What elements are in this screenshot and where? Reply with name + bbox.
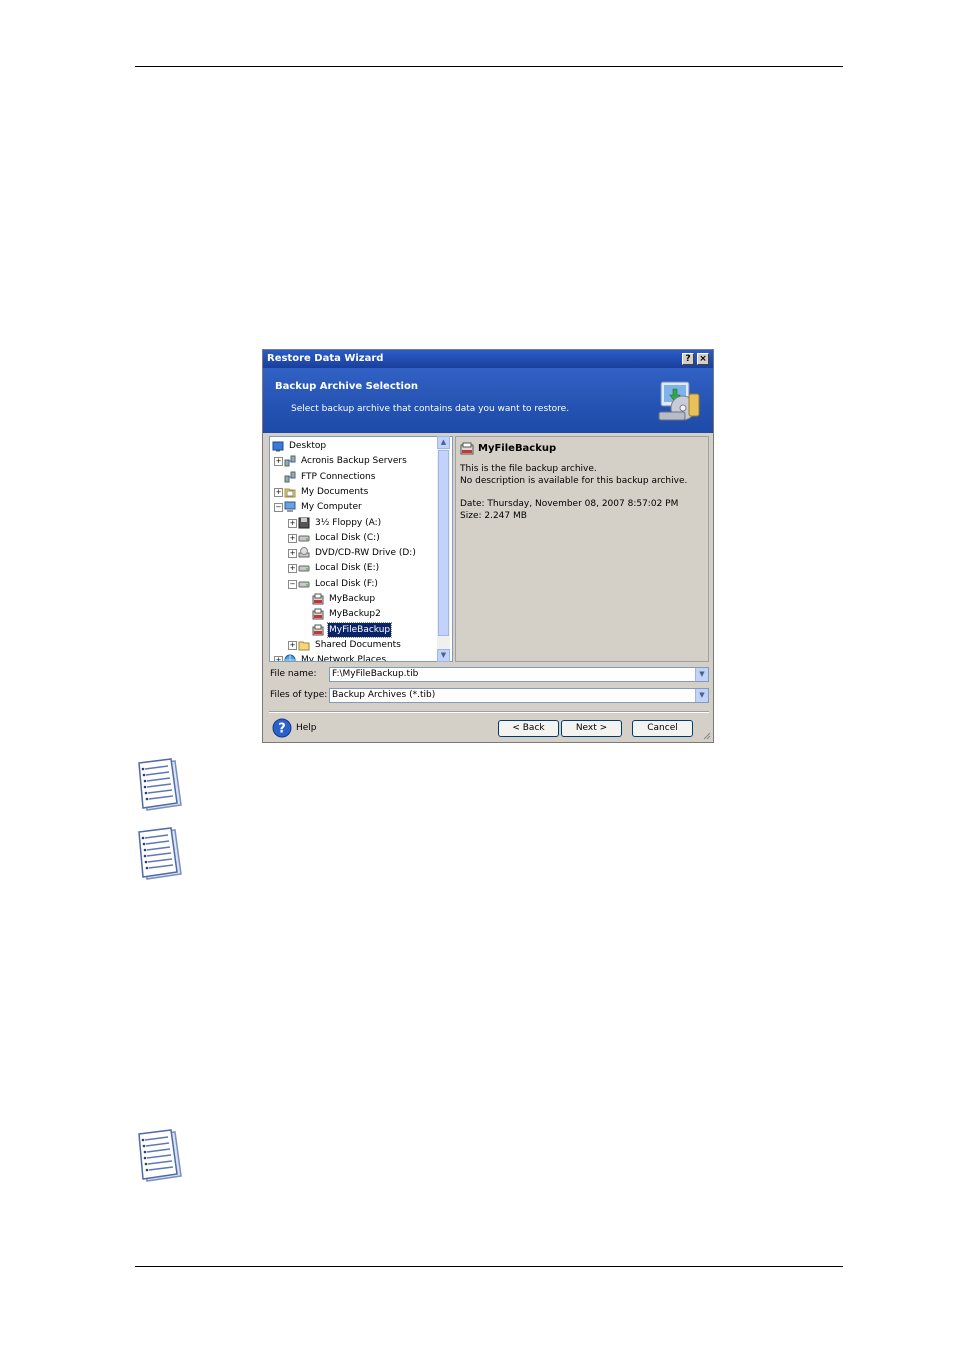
- back-button[interactable]: < Back: [498, 720, 559, 737]
- restore-wizard-window: Restore Data Wizard ? × Backup Archive S…: [262, 349, 714, 743]
- file-name-dropdown-icon[interactable]: ▼: [695, 668, 708, 681]
- folder-icon: [298, 641, 310, 651]
- tree-item-label[interactable]: Shared Documents: [314, 638, 402, 652]
- disk-icon: [298, 565, 310, 572]
- tree-item[interactable]: + DVD/CD-RW Drive (D:): [270, 546, 440, 560]
- expand-icon[interactable]: +: [274, 656, 283, 661]
- tree-item[interactable]: + Acronis Backup Servers: [270, 454, 440, 468]
- expand-icon[interactable]: +: [274, 457, 283, 467]
- archive-icon: [460, 442, 474, 455]
- tree-item[interactable]: + Shared Documents: [270, 638, 440, 652]
- tree-item[interactable]: MyFileBackup: [270, 621, 440, 638]
- top-rule: [135, 66, 843, 67]
- network-servers-icon: [284, 471, 296, 483]
- file-type-dropdown-icon[interactable]: ▼: [695, 689, 708, 702]
- archive-date-text: Date: Thursday, November 08, 2007 8:57:0…: [460, 499, 679, 509]
- tree-item-label[interactable]: Acronis Backup Servers: [300, 454, 408, 468]
- folder-docs-icon: [284, 488, 296, 498]
- archive-name: MyFileBackup: [478, 443, 557, 454]
- archive-size-text: Size: 2.247 MB: [460, 511, 527, 521]
- restore-wizard-icon: [658, 381, 700, 421]
- dvd-icon: [298, 547, 310, 558]
- tree-item-label[interactable]: My Documents: [300, 485, 369, 499]
- scroll-down-button[interactable]: ▼: [437, 649, 450, 662]
- title-bar: Restore Data Wizard ? ×: [263, 350, 713, 368]
- file-name-combo[interactable]: F:\MyFileBackup.tib ▼: [329, 667, 709, 682]
- tree-item[interactable]: MyBackup2: [270, 607, 440, 621]
- header-title: Backup Archive Selection: [275, 381, 418, 392]
- network-servers-icon: [284, 455, 296, 467]
- tree-item[interactable]: + My Network Places: [270, 653, 440, 661]
- archive-icon: [312, 608, 324, 620]
- help-title-button[interactable]: ?: [682, 353, 694, 365]
- file-name-value[interactable]: F:\MyFileBackup.tib: [332, 669, 418, 679]
- close-button[interactable]: ×: [697, 353, 709, 365]
- expand-icon[interactable]: +: [274, 487, 283, 497]
- tree-item[interactable]: + My Documents: [270, 485, 440, 499]
- desktop-icon: [272, 441, 284, 452]
- expand-icon[interactable]: +: [288, 549, 297, 559]
- tree-item-label[interactable]: My Network Places: [300, 653, 387, 661]
- expand-icon[interactable]: +: [288, 640, 297, 650]
- note-icon: [138, 758, 182, 811]
- file-name-label: File name:: [270, 669, 317, 679]
- tree-item[interactable]: MyBackup: [270, 592, 440, 606]
- button-separator: [269, 711, 709, 713]
- expand-icon[interactable]: +: [288, 533, 297, 543]
- tree-item-label[interactable]: MyFileBackup: [326, 621, 393, 638]
- cancel-button[interactable]: Cancel: [632, 720, 693, 737]
- file-type-select[interactable]: Backup Archives (*.tib) ▼: [329, 688, 709, 703]
- window-title: Restore Data Wizard: [267, 353, 384, 364]
- help-link[interactable]: Help: [296, 723, 317, 733]
- network-icon: [284, 654, 296, 661]
- tree-item[interactable]: − My Computer: [270, 500, 440, 514]
- tree-item[interactable]: FTP Connections: [270, 470, 440, 484]
- tree-item-label[interactable]: Local Disk (C:): [314, 531, 381, 545]
- folder-tree[interactable]: Desktop + Acronis Backup Servers FTP Connec…: [269, 436, 453, 662]
- expand-icon[interactable]: +: [288, 518, 297, 528]
- tree-item-label[interactable]: 3½ Floppy (A:): [314, 516, 382, 530]
- note-icon: [138, 827, 182, 880]
- next-button[interactable]: Next >: [561, 720, 622, 737]
- disk-icon: [298, 581, 310, 588]
- tree-item-label[interactable]: Local Disk (E:): [314, 561, 380, 575]
- floppy-icon: [298, 517, 310, 528]
- archive-icon: [312, 593, 324, 605]
- archive-description-text: No description is available for this bac…: [460, 476, 688, 486]
- computer-icon: [284, 501, 296, 513]
- file-type-label: Files of type:: [270, 690, 328, 700]
- tree-scrollbar[interactable]: ▲ ▼: [437, 436, 450, 662]
- resize-grip-icon[interactable]: [701, 730, 711, 740]
- tree-item-label[interactable]: MyBackup2: [328, 607, 382, 621]
- scroll-thumb[interactable]: [438, 450, 449, 636]
- tree-item-label[interactable]: DVD/CD-RW Drive (D:): [314, 546, 417, 560]
- tree-item-label[interactable]: Local Disk (F:): [314, 577, 379, 591]
- header-subtitle: Select backup archive that contains data…: [291, 404, 570, 414]
- collapse-icon[interactable]: −: [288, 579, 297, 589]
- wizard-header: Backup Archive Selection Select backup a…: [263, 368, 713, 433]
- tree-item-label[interactable]: MyBackup: [328, 592, 376, 606]
- collapse-icon[interactable]: −: [274, 503, 283, 513]
- tree-item[interactable]: Desktop: [270, 439, 440, 453]
- tree-item[interactable]: − Local Disk (F:): [270, 577, 440, 591]
- scroll-up-button[interactable]: ▲: [437, 436, 450, 449]
- tree-item-label[interactable]: Desktop: [288, 439, 327, 453]
- help-icon[interactable]: ?: [272, 718, 292, 738]
- file-type-value[interactable]: Backup Archives (*.tib): [332, 690, 435, 700]
- tree-item-label[interactable]: My Computer: [300, 500, 363, 514]
- archive-type-text: This is the file backup archive.: [460, 464, 597, 474]
- note-icon: [138, 1129, 182, 1182]
- disk-icon: [298, 535, 310, 542]
- svg-text:?: ?: [278, 722, 286, 737]
- archive-info-panel: MyFileBackup This is the file backup arc…: [455, 436, 709, 662]
- tree-item[interactable]: +3½ Floppy (A:): [270, 516, 440, 530]
- bottom-rule: [135, 1266, 843, 1267]
- expand-icon[interactable]: +: [288, 564, 297, 574]
- archive-icon: [312, 624, 324, 636]
- tree-item[interactable]: + Local Disk (E:): [270, 561, 440, 575]
- tree-item-label[interactable]: FTP Connections: [300, 470, 376, 484]
- tree-item[interactable]: + Local Disk (C:): [270, 531, 440, 545]
